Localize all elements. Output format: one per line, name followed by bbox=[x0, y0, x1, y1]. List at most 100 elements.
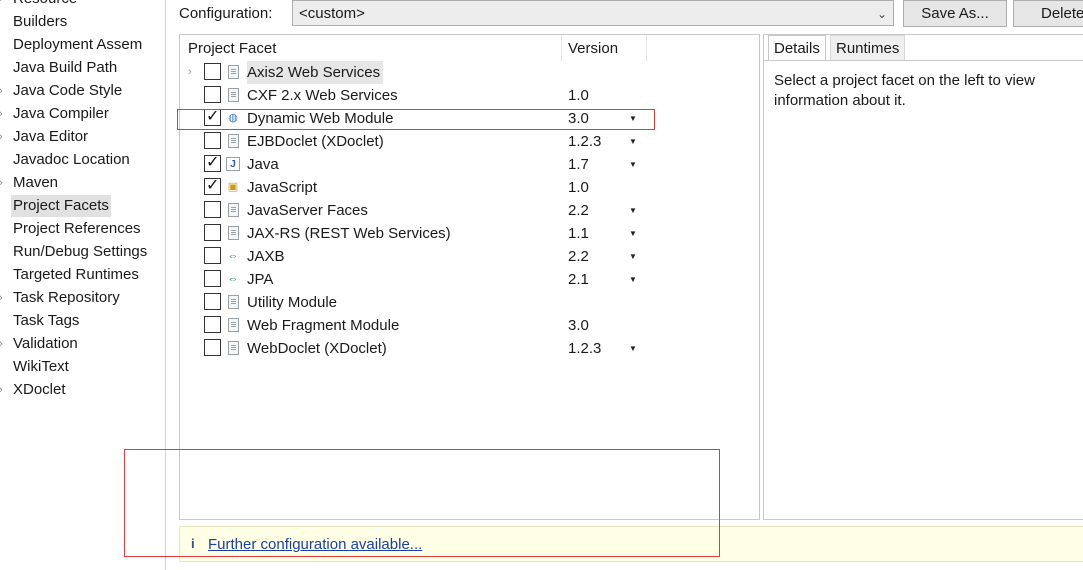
tree-item[interactable]: ›Java Code Style bbox=[0, 80, 165, 102]
tree-item-label: Task Repository bbox=[13, 289, 120, 306]
configuration-label: Configuration: bbox=[179, 5, 273, 22]
table-header: Project Facet Version bbox=[180, 35, 759, 61]
details-pane: Details Runtimes Select a project facet … bbox=[763, 34, 1083, 520]
chevron-right-icon[interactable]: › bbox=[188, 63, 192, 81]
chevron-right-icon[interactable]: › bbox=[0, 0, 9, 10]
tree-item[interactable]: › Resource bbox=[0, 0, 165, 10]
facet-checkbox[interactable] bbox=[204, 247, 221, 264]
chevron-right-icon[interactable]: › bbox=[0, 172, 9, 194]
version-dropdown-icon[interactable]: ▼ bbox=[629, 199, 637, 222]
details-description: Select a project facet on the left to vi… bbox=[774, 72, 1035, 109]
facet-checkbox[interactable]: ✓ bbox=[204, 177, 221, 195]
tab-runtimes[interactable]: Runtimes bbox=[830, 35, 906, 61]
check-icon: ✓ bbox=[206, 154, 220, 171]
tree-item[interactable]: Run/Debug Settings bbox=[0, 241, 165, 263]
facet-checkbox[interactable] bbox=[204, 224, 221, 241]
chevron-right-icon[interactable]: › bbox=[0, 379, 9, 401]
tree-item-label: Resource bbox=[13, 0, 77, 10]
version-dropdown-icon[interactable]: ▼ bbox=[629, 153, 637, 176]
javascript-icon: ▣ bbox=[227, 181, 239, 193]
chevron-right-icon[interactable]: › bbox=[0, 80, 9, 102]
tree-item[interactable]: Targeted Runtimes bbox=[0, 264, 165, 286]
delete-button[interactable]: Delete bbox=[1013, 0, 1083, 27]
facet-version[interactable]: 2.1 bbox=[568, 268, 589, 291]
facet-name: Web Fragment Module bbox=[247, 317, 400, 334]
tree-item[interactable]: Project Facets bbox=[0, 195, 165, 217]
column-header-project-facet[interactable]: Project Facet bbox=[188, 35, 276, 61]
page-icon bbox=[228, 341, 239, 355]
tree-item[interactable]: Javadoc Location bbox=[0, 149, 165, 171]
table-row[interactable]: ⇔ JAXB 2.2 ▼ bbox=[180, 245, 759, 268]
tree-item-label: Java Code Style bbox=[13, 82, 123, 99]
tab-details[interactable]: Details bbox=[768, 35, 826, 61]
facet-version[interactable]: 2.2 bbox=[568, 199, 589, 222]
column-header-version[interactable]: Version bbox=[568, 35, 618, 61]
facet-name: Utility Module bbox=[247, 294, 338, 311]
table-row[interactable]: ✓ J Java 1.7 ▼ bbox=[180, 153, 759, 176]
table-row[interactable]: JAX-RS (REST Web Services) 1.1 ▼ bbox=[180, 222, 759, 245]
tree-item[interactable]: ›Java Compiler bbox=[0, 103, 165, 125]
table-row[interactable]: WebDoclet (XDoclet) 1.2.3 ▼ bbox=[180, 337, 759, 360]
tree-item[interactable]: Deployment Assem bbox=[0, 34, 165, 56]
facet-version: 3.0 bbox=[568, 317, 589, 334]
project-facets-table: Project Facet Version › Axis2 Web Service… bbox=[179, 34, 760, 520]
chevron-right-icon[interactable]: › bbox=[0, 287, 9, 309]
tree-item-label: Run/Debug Settings bbox=[13, 243, 148, 260]
version-dropdown-icon[interactable]: ▼ bbox=[629, 130, 637, 153]
facet-checkbox[interactable]: ✓ bbox=[204, 154, 221, 172]
facet-version: 1.0 bbox=[568, 87, 589, 104]
facet-name: JPA bbox=[247, 271, 274, 288]
tree-item[interactable]: ›Maven bbox=[0, 172, 165, 194]
table-row[interactable]: ✓ ▣ JavaScript 1.0 bbox=[180, 176, 759, 199]
tree-item[interactable]: ›Task Repository bbox=[0, 287, 165, 309]
tree-item[interactable]: Builders bbox=[0, 11, 165, 33]
facet-checkbox[interactable] bbox=[204, 201, 221, 218]
tree-item[interactable]: Project References bbox=[0, 218, 165, 240]
table-row[interactable]: › Axis2 Web Services bbox=[180, 61, 759, 84]
configuration-select[interactable]: <custom> ⌄ bbox=[292, 0, 894, 26]
facet-checkbox[interactable] bbox=[204, 316, 221, 333]
tree-item[interactable]: ›Java Editor bbox=[0, 126, 165, 148]
version-dropdown-icon[interactable]: ▼ bbox=[629, 337, 637, 360]
version-dropdown-icon[interactable]: ▼ bbox=[629, 245, 637, 268]
table-row[interactable]: ⇔ JPA 2.1 ▼ bbox=[180, 268, 759, 291]
facet-checkbox[interactable] bbox=[204, 339, 221, 356]
facet-version[interactable]: 2.2 bbox=[568, 245, 589, 268]
java-file-icon: J bbox=[226, 157, 240, 171]
tab-divider bbox=[764, 60, 1083, 61]
tree-item-label: Builders bbox=[13, 13, 68, 30]
tree-item[interactable]: Task Tags bbox=[0, 310, 165, 332]
table-row[interactable]: EJBDoclet (XDoclet) 1.2.3 ▼ bbox=[180, 130, 759, 153]
tree-item[interactable]: Java Build Path bbox=[0, 57, 165, 79]
table-row[interactable]: Web Fragment Module 3.0 bbox=[180, 314, 759, 337]
facet-checkbox[interactable] bbox=[204, 293, 221, 310]
version-dropdown-icon[interactable]: ▼ bbox=[629, 222, 637, 245]
facet-name: JAXB bbox=[247, 248, 285, 265]
tree-item[interactable]: WikiText bbox=[0, 356, 165, 378]
annotation-highlight-empty-area bbox=[124, 449, 720, 557]
table-row[interactable]: CXF 2.x Web Services 1.0 bbox=[180, 84, 759, 107]
facet-checkbox[interactable] bbox=[204, 86, 221, 103]
facet-name: WebDoclet (XDoclet) bbox=[247, 340, 387, 357]
facet-checkbox[interactable] bbox=[204, 132, 221, 149]
chevron-right-icon[interactable]: › bbox=[0, 103, 9, 125]
facet-checkbox[interactable] bbox=[204, 270, 221, 287]
save-as-button[interactable]: Save As... bbox=[903, 0, 1007, 27]
arrows-icon: ⇔ bbox=[227, 250, 239, 262]
facet-version[interactable]: 1.1 bbox=[568, 222, 589, 245]
chevron-right-icon[interactable]: › bbox=[0, 333, 9, 355]
check-icon: ✓ bbox=[206, 177, 220, 194]
tree-item[interactable]: ›Validation bbox=[0, 333, 165, 355]
facet-version[interactable]: 1.2.3 bbox=[568, 337, 601, 360]
version-dropdown-icon[interactable]: ▼ bbox=[629, 268, 637, 291]
facet-checkbox[interactable] bbox=[204, 63, 221, 80]
chevron-right-icon[interactable]: › bbox=[0, 126, 9, 148]
facet-version[interactable]: 1.7 bbox=[568, 153, 589, 176]
tree-item[interactable]: ›XDoclet bbox=[0, 379, 165, 401]
table-row[interactable]: Utility Module bbox=[180, 291, 759, 314]
tree-item-label: Project References bbox=[13, 220, 141, 237]
tree-item-label: Java Compiler bbox=[13, 105, 109, 122]
facet-version[interactable]: 1.2.3 bbox=[568, 130, 601, 153]
table-row[interactable]: JavaServer Faces 2.2 ▼ bbox=[180, 199, 759, 222]
facet-name: JAX-RS (REST Web Services) bbox=[247, 225, 451, 242]
